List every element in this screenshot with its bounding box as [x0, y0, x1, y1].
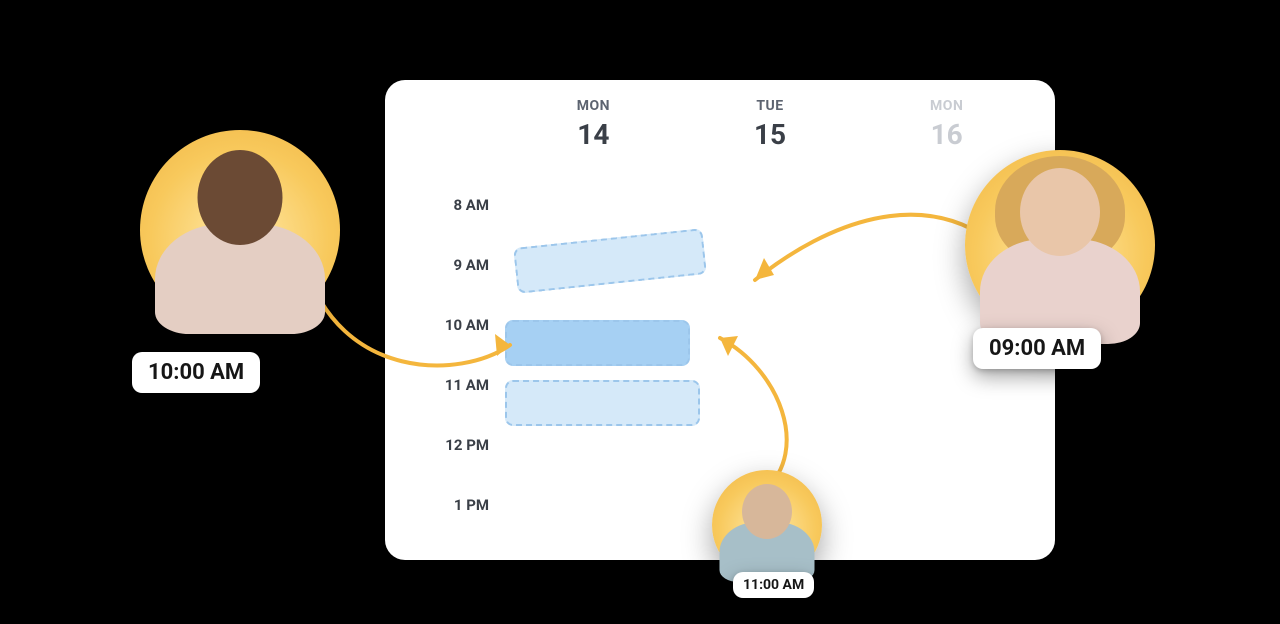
day-col-0[interactable]: MON 14	[505, 98, 682, 170]
stage: MON 14 TUE 15 MON 16 8 AM 9 AM 10 AM 11 …	[0, 0, 1280, 624]
time-slot[interactable]	[513, 228, 707, 294]
day-dow: MON	[858, 98, 1035, 114]
day-col-2[interactable]: MON 16	[858, 98, 1035, 170]
avatar-head	[1020, 168, 1100, 256]
day-col-1[interactable]: TUE 15	[682, 98, 859, 170]
time-badge-text: 11:00 AM	[743, 577, 804, 593]
day-dow: MON	[505, 98, 682, 114]
avatar-head	[198, 150, 283, 245]
day-headers: MON 14 TUE 15 MON 16	[505, 98, 1035, 170]
day-num: 14	[505, 118, 682, 151]
avatar	[965, 150, 1155, 340]
arrow-right	[740, 180, 1000, 300]
hour-label: 12 PM	[409, 430, 489, 490]
time-badge: 11:00 AM	[733, 572, 814, 598]
avatar	[140, 130, 340, 330]
time-badge-text: 09:00 AM	[989, 336, 1085, 361]
hour-label: 8 AM	[409, 190, 489, 250]
avatar-head	[742, 484, 792, 539]
arrow-left	[300, 260, 540, 400]
time-badge: 09:00 AM	[973, 328, 1101, 369]
day-num: 15	[682, 118, 859, 151]
time-badge: 10:00 AM	[132, 352, 260, 393]
day-num: 16	[858, 118, 1035, 151]
avatar	[712, 470, 822, 580]
time-badge-text: 10:00 AM	[148, 360, 244, 385]
hour-label: 1 PM	[409, 490, 489, 550]
day-dow: TUE	[682, 98, 859, 114]
